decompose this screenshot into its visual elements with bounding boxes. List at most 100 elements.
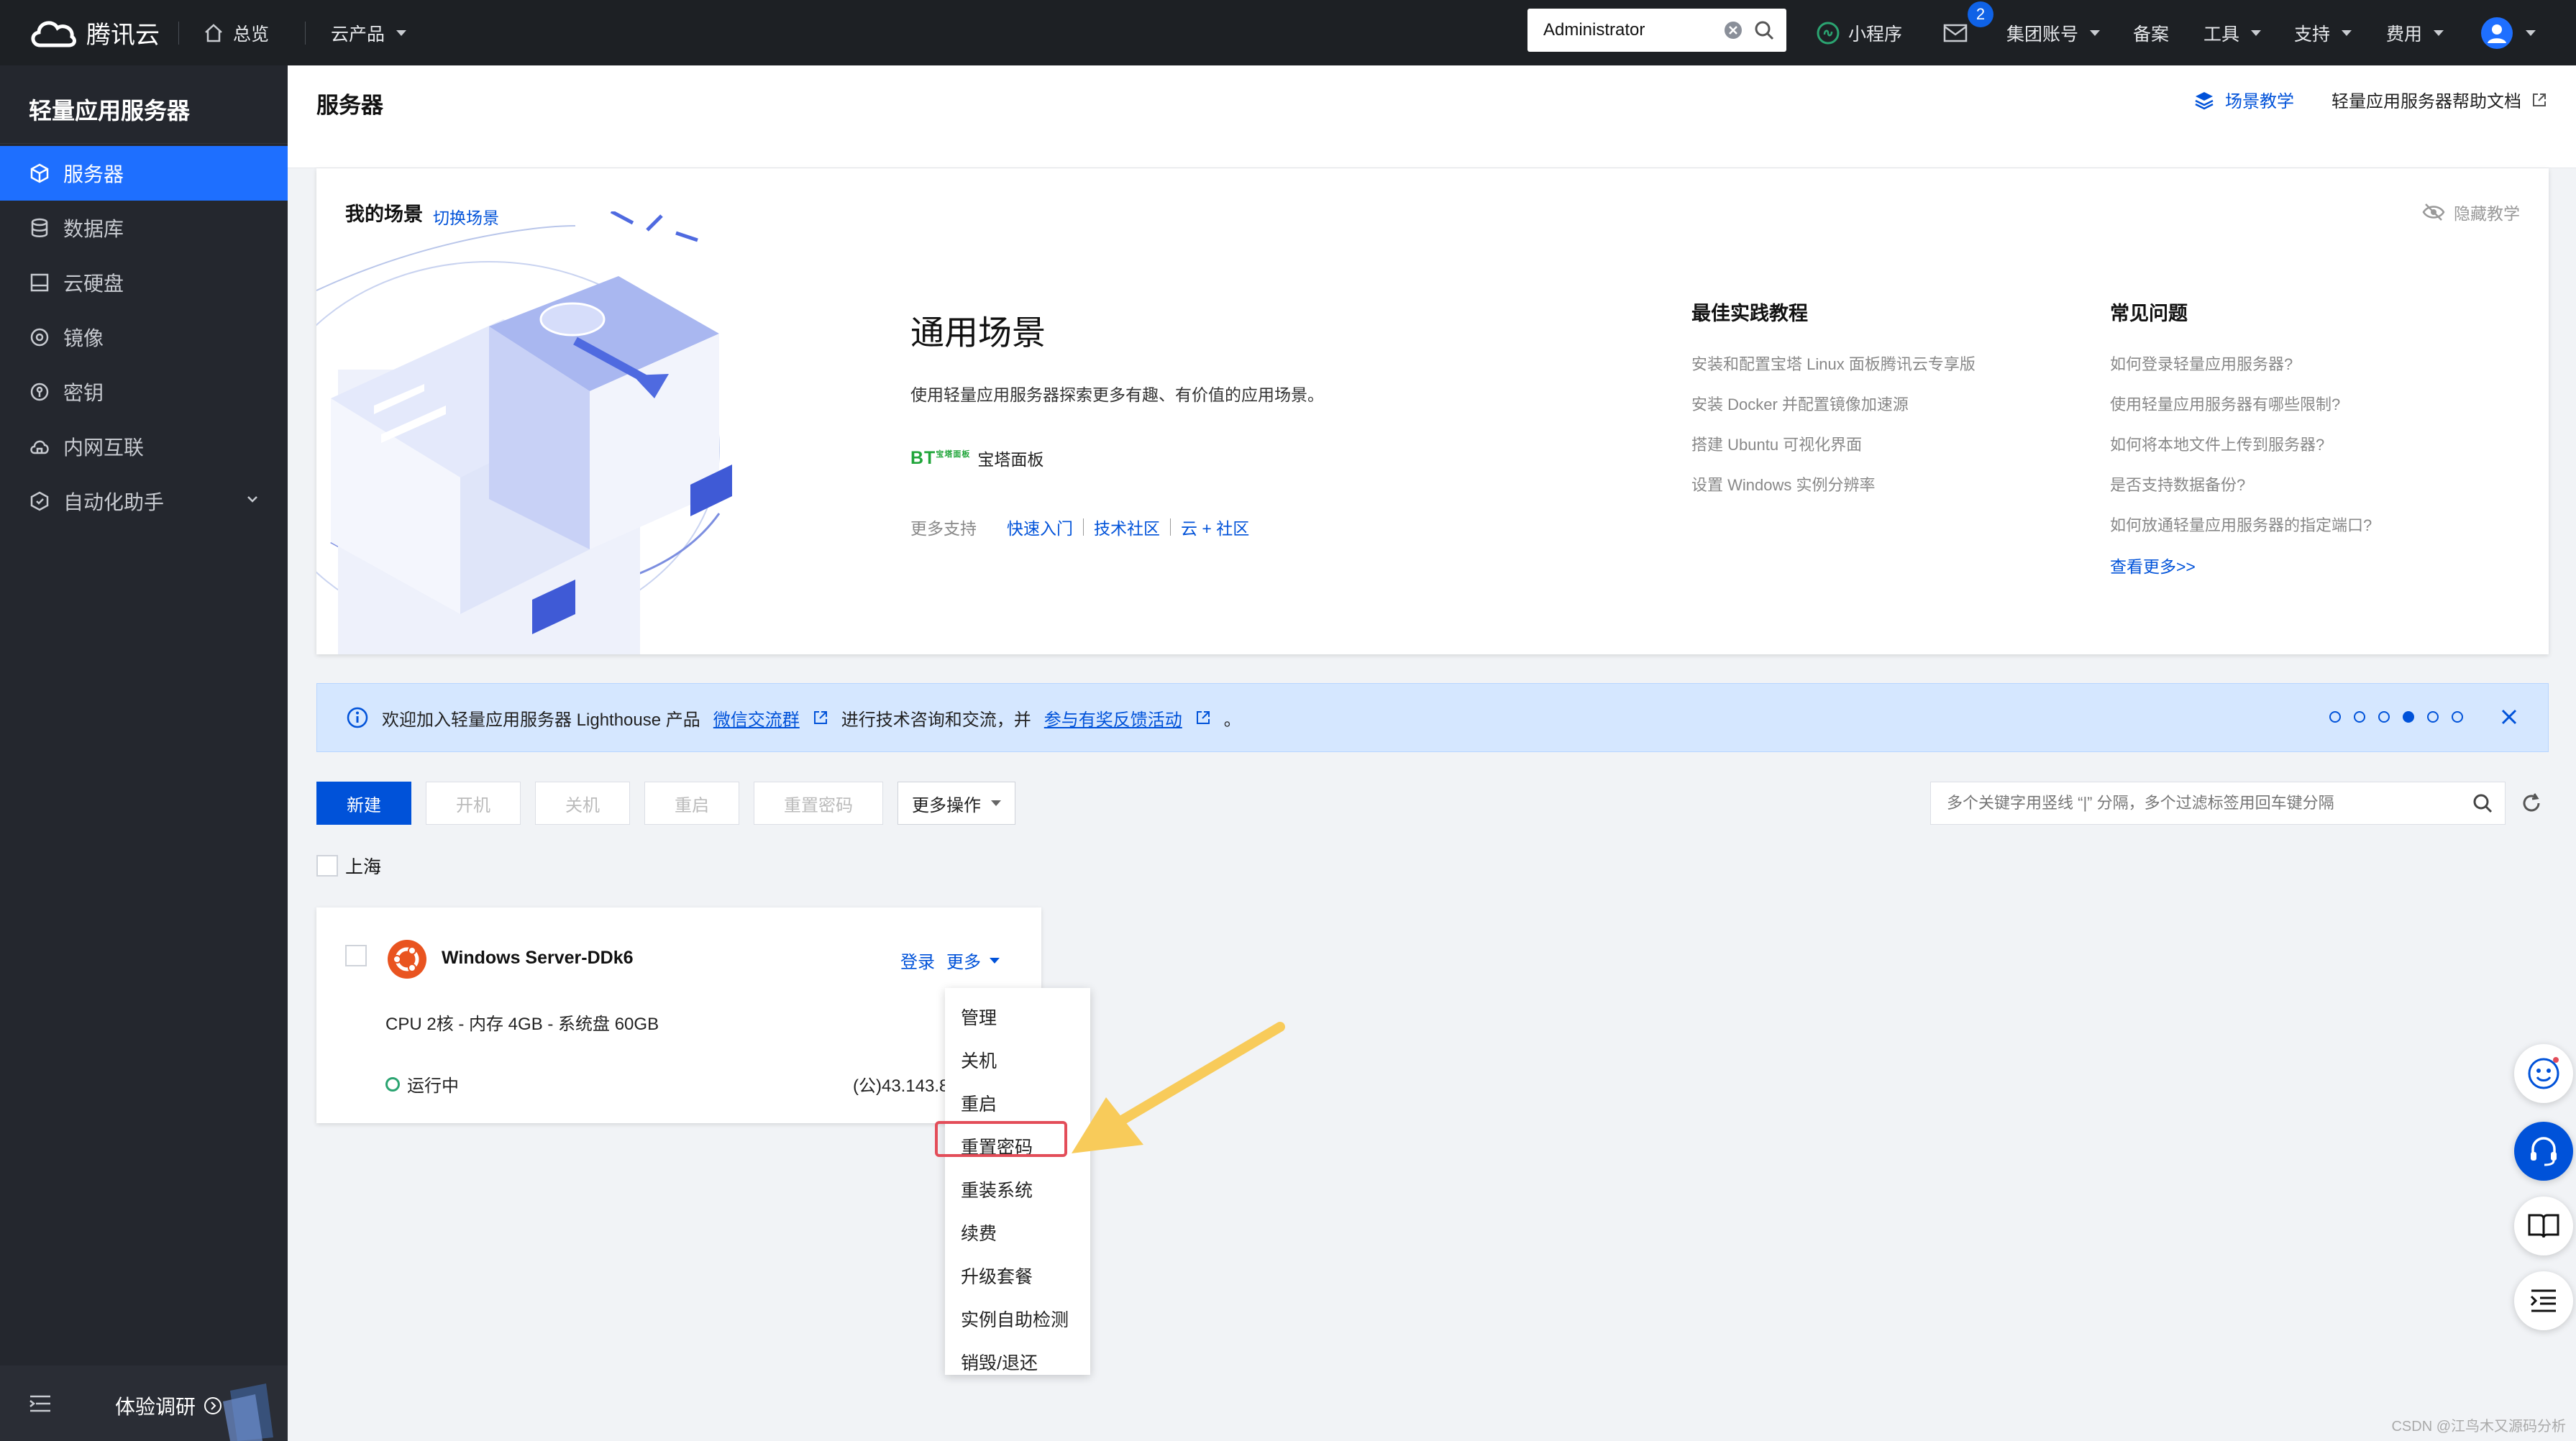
- scene-panel: 我的场景 切换场景 隐藏教学 通用场景 使用轻量应用服务器探索更多有趣、有价值的…: [316, 168, 2549, 654]
- search-icon[interactable]: [1753, 19, 1775, 41]
- collapse-menu-icon[interactable]: [29, 1394, 52, 1413]
- carousel-dot[interactable]: [2427, 711, 2439, 723]
- best-practice-item[interactable]: 搭建 Ubuntu 可视化界面: [1691, 432, 1976, 472]
- bt-panel-label: 宝塔面板: [977, 450, 1044, 469]
- instance-card: Windows Server-DDk6 登录 更多 CPU 2核 - 内存 4G…: [316, 907, 1041, 1123]
- network-icon: [29, 436, 50, 457]
- start-button[interactable]: 开机: [426, 782, 521, 825]
- menu-item-destroy[interactable]: 销毁/退还: [945, 1340, 1090, 1383]
- support-menu[interactable]: 支持: [2294, 0, 2352, 65]
- mail-icon: [1943, 24, 1968, 42]
- instance-checkbox[interactable]: [345, 945, 367, 966]
- shutdown-button[interactable]: 关机: [535, 782, 630, 825]
- sidebar-item-network[interactable]: 内网互联: [0, 419, 288, 474]
- menu-item-shutdown[interactable]: 关机: [945, 1038, 1090, 1081]
- customer-service-button[interactable]: [2514, 1122, 2573, 1181]
- sidebar-item-database[interactable]: 数据库: [0, 201, 288, 255]
- quick-start-link[interactable]: 快速入门: [1007, 515, 1073, 539]
- miniprogram-icon: [1817, 22, 1840, 45]
- billing-menu[interactable]: 费用: [2386, 0, 2444, 65]
- carousel-dot[interactable]: [2354, 711, 2365, 723]
- more-actions-dropdown[interactable]: 更多操作: [898, 782, 1015, 825]
- assistant-button[interactable]: [2514, 1044, 2573, 1103]
- miniprogram-link[interactable]: 小程序: [1817, 0, 1902, 65]
- instance-toolbar: 新建 开机 关机 重启 重置密码 更多操作: [316, 782, 2549, 825]
- image-disc-icon: [29, 326, 50, 348]
- sidebar-item-label: 内网互联: [63, 436, 145, 459]
- menu-item-upgrade[interactable]: 升级套餐: [945, 1254, 1090, 1297]
- carousel-dot[interactable]: [2378, 711, 2390, 723]
- best-practice-item[interactable]: 安装 Docker 并配置镜像加速源: [1691, 392, 1976, 432]
- sidebar-item-servers[interactable]: 服务器: [0, 146, 288, 201]
- hide-tutorial-label: 隐藏教学: [2454, 204, 2520, 223]
- faq-item[interactable]: 如何放通轻量应用服务器的指定端口?: [2110, 513, 2372, 553]
- menu-item-manage[interactable]: 管理: [945, 995, 1090, 1038]
- tools-menu[interactable]: 工具: [2203, 0, 2262, 65]
- sidebar-item-automation[interactable]: 自动化助手: [0, 474, 288, 529]
- best-practice-item[interactable]: 安装和配置宝塔 Linux 面板腾讯云专享版: [1691, 352, 1976, 392]
- hide-tutorial-button[interactable]: 隐藏教学: [2422, 200, 2520, 224]
- carousel-dot[interactable]: [2452, 711, 2463, 723]
- create-button[interactable]: 新建: [316, 782, 411, 825]
- menu-item-self-check[interactable]: 实例自助检测: [945, 1297, 1090, 1340]
- carousel-dot[interactable]: [2329, 711, 2341, 723]
- refresh-icon[interactable]: [2520, 792, 2543, 815]
- products-menu[interactable]: 云产品: [331, 0, 407, 65]
- instance-status: 运行中: [385, 1071, 459, 1097]
- tech-community-link[interactable]: 技术社区: [1094, 515, 1160, 539]
- sidebar-item-key[interactable]: 密钥: [0, 365, 288, 419]
- faq-more-link[interactable]: 查看更多>>: [2110, 553, 2372, 577]
- faq-item[interactable]: 是否支持数据备份?: [2110, 472, 2372, 513]
- region-checkbox[interactable]: [316, 855, 338, 877]
- caret-down-icon: [2090, 29, 2101, 36]
- instance-filter: [1930, 782, 2506, 825]
- carousel-dot[interactable]: [2403, 711, 2414, 723]
- more-label: 更多: [946, 953, 981, 972]
- mail-button[interactable]: [1943, 0, 1968, 65]
- global-search-input[interactable]: [1543, 20, 1713, 40]
- filing-link[interactable]: 备案: [2133, 0, 2169, 65]
- close-icon[interactable]: [2499, 707, 2519, 727]
- search-icon[interactable]: [2472, 792, 2493, 814]
- filter-input[interactable]: [1947, 794, 2472, 813]
- bt-panel-link[interactable]: BT宝塔面板 宝塔面板: [910, 446, 1043, 470]
- sidebar-item-cloud-disk[interactable]: 云硬盘: [0, 255, 288, 310]
- docs-button[interactable]: [2514, 1197, 2573, 1255]
- more-dropdown[interactable]: 更多: [946, 948, 1000, 973]
- overview-link[interactable]: 总览: [203, 0, 269, 65]
- feedback-activity-link[interactable]: 参与有奖反馈活动: [1044, 705, 1182, 731]
- group-account-menu[interactable]: 集团账号: [2006, 0, 2101, 65]
- menu-item-reinstall[interactable]: 重装系统: [945, 1168, 1090, 1211]
- faq-item[interactable]: 如何登录轻量应用服务器?: [2110, 352, 2372, 392]
- sidebar-item-image[interactable]: 镜像: [0, 310, 288, 365]
- instance-name[interactable]: Windows Server-DDk6: [442, 948, 634, 969]
- best-practices-title: 最佳实践教程: [1691, 303, 1808, 324]
- menu-item-renew[interactable]: 续费: [945, 1211, 1090, 1254]
- best-practice-item[interactable]: 设置 Windows 实例分辨率: [1691, 472, 1976, 513]
- clear-icon[interactable]: [1723, 20, 1743, 40]
- group-account-label: 集团账号: [2006, 24, 2079, 45]
- restart-button[interactable]: 重启: [644, 782, 739, 825]
- brand-logo[interactable]: 腾讯云: [27, 0, 160, 65]
- cloud-community-link[interactable]: 云 + 社区: [1181, 515, 1249, 539]
- faq-item[interactable]: 如何将本地文件上传到服务器?: [2110, 432, 2372, 472]
- wechat-group-link[interactable]: 微信交流群: [713, 705, 800, 731]
- outline-button[interactable]: [2514, 1271, 2573, 1330]
- header-links: 场景教学 轻量应用服务器帮助文档: [2193, 87, 2547, 112]
- help-doc-link[interactable]: 轻量应用服务器帮助文档: [2331, 87, 2521, 112]
- tools-label: 工具: [2203, 24, 2240, 45]
- login-link[interactable]: 登录: [900, 948, 935, 973]
- faq-item[interactable]: 使用轻量应用服务器有哪些限制?: [2110, 392, 2372, 432]
- feedback-survey-link[interactable]: 体验调研: [115, 1391, 223, 1420]
- menu-item-restart[interactable]: 重启: [945, 1081, 1090, 1125]
- scene-tutorial-link[interactable]: 场景教学: [2225, 87, 2294, 112]
- chevron-down-icon: [246, 494, 259, 504]
- headset-icon: [2527, 1135, 2560, 1168]
- reset-password-highlight: [935, 1121, 1067, 1157]
- running-status-icon: [385, 1076, 400, 1092]
- user-avatar-menu[interactable]: [2480, 0, 2536, 65]
- global-search: [1527, 9, 1786, 52]
- reset-password-button[interactable]: 重置密码: [754, 782, 883, 825]
- caret-down-icon: [2526, 29, 2536, 36]
- faq-list: 常见问题 如何登录轻量应用服务器? 使用轻量应用服务器有哪些限制? 如何将本地文…: [2110, 298, 2372, 577]
